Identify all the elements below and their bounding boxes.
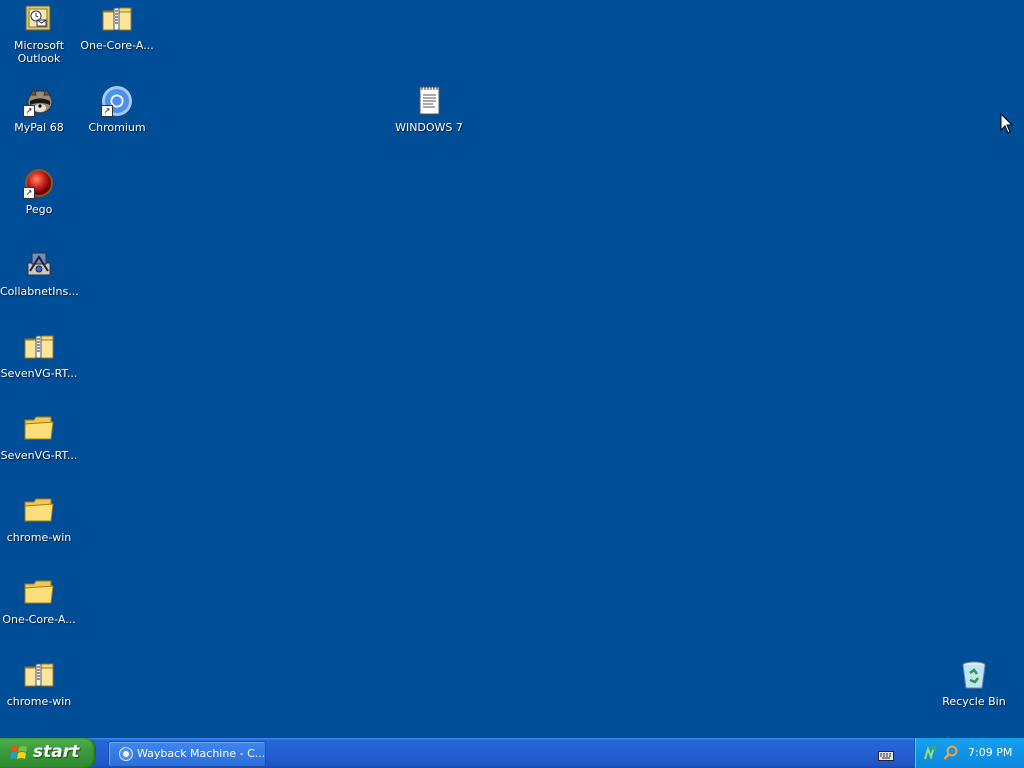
- desktop-icon-label: SevenVG-RT...: [0, 367, 78, 380]
- taskbar: start Wayback Machine - C... 7:09 PM: [0, 738, 1024, 768]
- desktop-icon-sevenvg-folder[interactable]: SevenVG-RT...: [0, 413, 78, 462]
- search-icon[interactable]: [943, 745, 959, 761]
- desktop-icon-label: Recycle Bin: [942, 695, 1006, 708]
- shortcut-arrow-icon: ↗: [101, 105, 113, 117]
- outlook-icon: [23, 3, 55, 35]
- desktop-icon-label: MyPal 68: [14, 121, 64, 134]
- installer-icon: [23, 249, 55, 281]
- raccoon-icon: ↗: [23, 85, 55, 117]
- desktop-icon-label: Pego: [25, 203, 53, 216]
- desktop-icon-one-core-folder[interactable]: One-Core-A...: [0, 577, 78, 626]
- mouse-cursor-icon: [1000, 112, 1014, 135]
- zip-folder-icon: [101, 3, 133, 35]
- desktop-icon-recycle-bin[interactable]: Recycle Bin: [935, 659, 1013, 708]
- folder-icon: [23, 577, 55, 609]
- desktop-icon-chrome-win-folder[interactable]: chrome-win: [0, 495, 78, 544]
- desktop-icon-mypal[interactable]: ↗ MyPal 68: [0, 85, 78, 134]
- desktop-icon-pego[interactable]: ↗ Pego: [0, 167, 78, 216]
- folder-icon: [23, 413, 55, 445]
- desktop-icon-label: One-Core-A...: [2, 613, 76, 626]
- zip-folder-icon: [23, 659, 55, 691]
- desktop-icon-label: Chromium: [88, 121, 146, 134]
- shortcut-arrow-icon: ↗: [23, 105, 35, 117]
- desktop-icon-sevenvg-zip[interactable]: SevenVG-RT...: [0, 331, 78, 380]
- desktop-icon-label: CollabnetIns...: [0, 285, 78, 298]
- system-tray: 7:09 PM: [914, 738, 1024, 768]
- taskbar-button-wayback-machine[interactable]: Wayback Machine - C...: [108, 741, 266, 767]
- windows-logo-icon: [10, 746, 27, 759]
- desktop-icon-windows-7[interactable]: WINDOWS 7: [390, 85, 468, 134]
- shortcut-arrow-icon: ↗: [23, 187, 35, 199]
- desktop-icon-label: WINDOWS 7: [395, 121, 463, 134]
- desktop-icon-chromium[interactable]: ↗ Chromium: [78, 85, 156, 134]
- zip-folder-icon: [23, 331, 55, 363]
- text-document-icon: [413, 85, 445, 117]
- folder-icon: [23, 495, 55, 527]
- desktop-icon-label: Microsoft Outlook: [13, 39, 65, 65]
- desktop-icon-collabnet-installer[interactable]: CollabnetIns...: [0, 249, 78, 298]
- red-ball-icon: ↗: [23, 167, 55, 199]
- start-button[interactable]: start: [0, 738, 96, 768]
- desktop: Microsoft Outlook One-Core-A... ↗ MyPal …: [0, 0, 1024, 738]
- desktop-icon-label: SevenVG-RT...: [0, 449, 78, 462]
- clock[interactable]: 7:09 PM: [968, 738, 1012, 768]
- desktop-icon-chrome-win-zip[interactable]: chrome-win: [0, 659, 78, 708]
- desktop-icon-label: chrome-win: [6, 695, 72, 708]
- chromium-icon: [119, 747, 133, 761]
- desktop-icon-one-core-zip[interactable]: One-Core-A...: [78, 3, 156, 52]
- start-label: start: [33, 742, 80, 762]
- chromium-icon: ↗: [101, 85, 133, 117]
- keyboard-icon[interactable]: [878, 747, 894, 761]
- network-icon[interactable]: [923, 745, 939, 761]
- taskbar-button-label: Wayback Machine - C...: [137, 747, 266, 760]
- desktop-icon-microsoft-outlook[interactable]: Microsoft Outlook: [0, 3, 78, 65]
- desktop-icon-label: One-Core-A...: [80, 39, 154, 52]
- desktop-icon-label: chrome-win: [6, 531, 72, 544]
- recycle-bin-icon: [958, 659, 990, 691]
